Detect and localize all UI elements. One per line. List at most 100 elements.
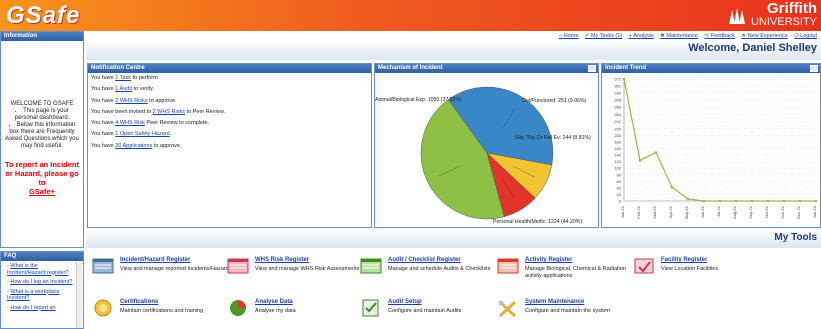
header-banner: GSafe Griffith UNIVERSITY (0, 0, 821, 31)
tool-description: View and manage WHS Risk Assessments (255, 266, 360, 272)
notification-link[interactable]: 2 WHS Risks (115, 98, 147, 104)
university-logo: Griffith UNIVERSITY (750, 0, 817, 28)
pie-label: Cut/Punctured: 251 (9.06%) (522, 98, 587, 104)
y-tick-label: 40 (617, 185, 622, 190)
trend-point[interactable] (622, 77, 626, 81)
y-tick-label: 220 (614, 126, 621, 131)
information-title: Information (1, 32, 83, 41)
faq-link[interactable]: What is a workplace Incident? (7, 289, 60, 302)
tool-title-link[interactable]: Facility Register (661, 257, 707, 263)
trend-point[interactable] (798, 199, 802, 203)
y-tick-label: 140 (614, 153, 621, 158)
risk-register-icon[interactable] (227, 257, 249, 275)
trend-point[interactable] (670, 185, 674, 189)
home-link[interactable]: ⌂ Home (559, 33, 579, 39)
tool-description: Manage and schedule Audits & Checklists (388, 266, 491, 272)
tool-title-link[interactable]: Incident/Hazard Register (120, 257, 190, 263)
trend-point[interactable] (782, 199, 786, 203)
trend-title: Incident Trend (605, 65, 647, 71)
logout-icon: ⏻ (794, 33, 799, 39)
register-icon[interactable] (92, 257, 114, 275)
notification-title: Notification Centre (88, 64, 371, 73)
university-crest-icon (729, 8, 745, 24)
tool-title-link[interactable]: Certifications (120, 299, 158, 305)
y-tick-label: 80 (617, 172, 622, 177)
audit-register-icon[interactable] (360, 257, 382, 275)
gsafe-logo: GSafe (6, 2, 81, 29)
x-tick-label: Jan-23 (812, 205, 817, 218)
trend-panel: Incident Trend 0 20 40 60 80 100 120 140 160 180 2… (601, 63, 821, 228)
logout-link[interactable]: ⏻ Logout (794, 33, 817, 39)
notification-link[interactable]: 1 Audit (115, 86, 132, 92)
faq-item: - How do I log an Incident? (7, 279, 73, 285)
faq-link[interactable]: How do I log an Incident? (10, 279, 72, 285)
tool-title-link[interactable]: System Maintenance (525, 299, 584, 305)
info-bullet: Below this information box there are Fre… (3, 122, 81, 150)
x-tick-label: Mar-22 (652, 205, 657, 218)
notification-link[interactable]: 1 Open Safety Hazard (115, 131, 169, 137)
information-panel: Information WELCOME TO GSAFE This page i… (0, 31, 84, 248)
notification-line: You have 1 Task to perform (91, 75, 158, 81)
trend-point[interactable] (638, 159, 642, 162)
certificate-icon[interactable] (92, 299, 114, 317)
tool-title-link[interactable]: Audit Setup (388, 299, 422, 305)
x-tick-label: Feb-22 (636, 205, 641, 218)
maintenance-link[interactable]: ✖ Maintenance (660, 33, 698, 39)
tool-title-link[interactable]: Activity Register (525, 257, 572, 263)
faq-item: - What is a workplace Incident? (7, 288, 60, 302)
faq-item: - What is the Incident/Hazard register? (7, 263, 69, 276)
y-tick-label: 200 (614, 133, 621, 138)
notification-line: You have been invited to 2 WHS Risks to … (91, 108, 226, 115)
notification-centre: Notification Centre You have 1 Task to p… (87, 63, 372, 228)
notification-line: You have 1 Open Safety Hazard. (91, 131, 172, 138)
y-tick-label: 351 (614, 83, 621, 88)
tool-description: Maintain certifications and training (120, 308, 204, 314)
new-experience-link[interactable]: ★ New Experience (741, 33, 788, 39)
info-bullet: This page is your personal dashboard. (3, 108, 81, 122)
notification-link[interactable]: 1 Task (115, 75, 131, 81)
tool-title-link[interactable]: WHS Risk Register (255, 257, 309, 263)
tool-description: View Location Facilities (661, 266, 719, 272)
x-tick-label: Apr-22 (668, 205, 673, 218)
faq-scrollbar[interactable] (76, 262, 82, 328)
maintenance-icon[interactable] (497, 299, 519, 317)
facility-icon[interactable] (633, 257, 655, 275)
x-tick-label: May-22 (684, 205, 689, 219)
y-tick-label: 242 (614, 119, 621, 124)
feedback-link[interactable]: ✉ Feedback (704, 33, 734, 39)
x-tick-label: Jul-22 (716, 205, 721, 217)
y-tick-label: 0 (619, 199, 622, 204)
gsafe-plus-link[interactable]: GSafe+ (29, 187, 55, 196)
trend-point[interactable] (702, 199, 706, 203)
activity-register-icon[interactable] (497, 257, 519, 275)
y-tick-label: 264 (614, 112, 621, 117)
faq-link[interactable]: What is the Incident/Hazard register? (7, 263, 68, 276)
tools-icon: ✖ (660, 33, 665, 39)
faq-link[interactable]: How do I report an (10, 305, 55, 311)
y-tick-label: 330 (614, 90, 621, 95)
maximize-icon[interactable] (810, 65, 818, 72)
tool-title-link[interactable]: Audit / Checklist Register (388, 257, 461, 263)
y-tick-label: 20 (617, 192, 622, 197)
trend-point[interactable] (654, 151, 658, 154)
x-tick-label: Aug-22 (732, 205, 737, 219)
trend-point[interactable] (814, 199, 818, 203)
notification-link[interactable]: 4 WHS Risk (115, 120, 145, 126)
x-tick-label: Jan-22 (620, 205, 625, 218)
trend-point[interactable] (734, 199, 738, 203)
analyse-icon[interactable] (227, 299, 249, 317)
notification-link[interactable]: 2 WHS Risks (153, 109, 185, 115)
y-tick-label: 180 (614, 139, 621, 144)
trend-point[interactable] (686, 197, 690, 201)
audit-setup-icon[interactable] (360, 299, 382, 317)
my-tasks-link[interactable]: ✔ My Tasks (1) (585, 33, 622, 39)
trend-point[interactable] (766, 199, 770, 203)
notification-link[interactable]: 20 Applications (115, 143, 152, 149)
mechanism-title: Mechanism of Incident (378, 65, 443, 71)
trend-point[interactable] (750, 199, 754, 203)
maximize-icon[interactable] (588, 65, 596, 72)
tool-title-link[interactable]: Analyse Data (255, 299, 293, 305)
trend-point[interactable] (718, 199, 722, 203)
y-tick-label: 60 (617, 179, 622, 184)
analysis-link[interactable]: ◕ Analysis (629, 33, 654, 39)
